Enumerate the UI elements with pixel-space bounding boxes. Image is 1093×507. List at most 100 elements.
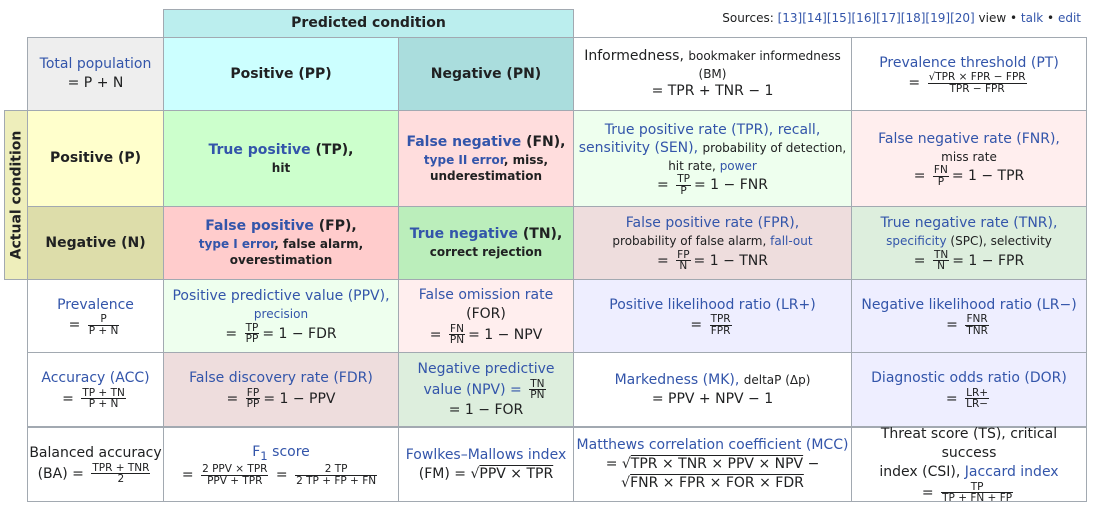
view-link[interactable]: view — [979, 11, 1007, 25]
fnr-numerator: FN — [932, 164, 949, 177]
source-ref-14[interactable]: [14] — [802, 11, 827, 25]
fnr-alt: miss rate — [941, 149, 997, 164]
f1-score-cell: F1 score = 2 PPV × TPR PPV + TPR = 2 TP 2 … — [163, 427, 399, 502]
prevalence-denominator: P + N — [88, 324, 119, 337]
fpr-denominator: N — [679, 260, 688, 273]
tnr-formula-rest: = 1 − FPR — [952, 252, 1025, 269]
fall-out-link[interactable]: fall-out — [770, 234, 812, 248]
true-positive-link[interactable]: True positive — [209, 142, 311, 158]
fp-abbr: (FP), — [318, 218, 357, 235]
source-ref-19[interactable]: [19] — [925, 11, 950, 25]
lr-negative-cell: Negative likelihood ratio (LR−) = FNR TNR — [851, 279, 1087, 353]
source-ref-15[interactable]: [15] — [827, 11, 852, 25]
npv-label2: value (NPV) = — [423, 381, 522, 398]
markedness-link[interactable]: Markedness — [615, 372, 699, 388]
markedness-formula: = PPV + NPV − 1 — [651, 390, 774, 407]
accuracy-fraction: TP + TN P + N — [81, 388, 126, 410]
source-ref-13[interactable]: [13] — [778, 11, 803, 25]
tnr-link[interactable]: True negative rate (TNR), — [881, 214, 1058, 233]
power-link[interactable]: power — [720, 159, 757, 173]
dor-denominator: LR− — [966, 398, 989, 411]
lr-negative-fraction: FNR TNR — [965, 314, 989, 336]
f1-denominator-1: PPV + TPR — [207, 474, 263, 487]
fn-alt: , miss, — [503, 152, 549, 167]
lr-negative-link[interactable]: Negative likelihood ratio (LR−) — [861, 296, 1076, 315]
mcc-line1-suffix: − — [803, 456, 820, 473]
source-ref-16[interactable]: [16] — [852, 11, 877, 25]
tn-abbr: (TN), — [522, 226, 563, 243]
threat-score-cell: Threat score (TS), critical success inde… — [851, 426, 1087, 503]
lr-positive-link[interactable]: Positive likelihood ratio (LR+) — [609, 296, 815, 315]
fowlkes-mallows-link[interactable]: Fowlkes–Mallows index — [406, 446, 566, 465]
npv-formula-rest: = 1 − FOR — [448, 401, 524, 418]
mcc-link[interactable]: Matthews correlation coefficient — [577, 437, 802, 453]
source-ref-18[interactable]: [18] — [901, 11, 926, 25]
markedness-abbr: (MK), — [702, 371, 740, 388]
fdr-cell: False discovery rate (FDR) = FP PP = 1 − P… — [163, 352, 399, 427]
fdr-fraction: FP PP — [245, 388, 261, 410]
tpr-cell: True positive rate (TPR), recall, sensit… — [573, 110, 852, 207]
jaccard-index-link[interactable]: Jaccard index — [965, 464, 1059, 480]
dor-link[interactable]: Diagnostic odds ratio (DOR) — [871, 369, 1067, 388]
actual-positive-label: Positive (P) — [49, 150, 142, 167]
tnr-denominator: N — [937, 260, 946, 273]
fn-alt2: underestimation — [429, 168, 543, 183]
ppv-link[interactable]: Positive predictive value (PPV), — [172, 287, 389, 306]
pt-denominator: TPR − FPR — [949, 82, 1005, 95]
specificity-link[interactable]: specificity — [886, 234, 946, 248]
tnr-fraction: TN N — [932, 250, 950, 273]
precision-link[interactable]: precision — [254, 306, 308, 322]
npv-link[interactable]: Negative predictive — [418, 360, 555, 379]
fpr-alt: probability of false alarm, — [612, 234, 767, 249]
balanced-accuracy-label: Balanced accuracy — [29, 445, 162, 462]
ba-fraction: TPR + TNR 2 — [91, 463, 151, 485]
accuracy-abbr: (ACC) — [109, 370, 150, 387]
fnr-formula-rest: = 1 − TPR — [951, 168, 1025, 185]
for-link[interactable]: False omission rate — [419, 286, 554, 305]
tpr-link[interactable]: True positive rate (TPR), recall, — [605, 121, 821, 140]
accuracy-link[interactable]: Accuracy — [41, 370, 105, 386]
true-negative-cell: True negative (TN), correct rejection — [398, 206, 574, 280]
informedness-formula: = TPR + TNR − 1 — [651, 83, 774, 100]
fpr-link[interactable]: False positive rate (FPR), — [626, 214, 799, 233]
mcc-line1: TPR × TNR × PPV × NPV — [630, 456, 804, 473]
f1-score-link[interactable]: F1 score — [252, 443, 310, 465]
f1-fraction-1: 2 PPV × TPR PPV + TPR — [201, 464, 269, 487]
actual-positive-cell: Positive (P) — [27, 110, 164, 207]
prevalence-link[interactable]: Prevalence — [57, 296, 134, 315]
source-ref-20[interactable]: [20] — [950, 11, 975, 25]
fn-abbr: (FN), — [526, 133, 566, 150]
type-ii-error-link[interactable]: type II error — [424, 153, 504, 167]
false-positive-link[interactable]: False positive — [205, 218, 314, 234]
lr-positive-denominator: FPR — [710, 324, 731, 337]
total-population-link[interactable]: Total population — [40, 55, 152, 74]
tp-abbr: (TP), — [315, 141, 354, 158]
f1-subscript: 1 — [260, 448, 268, 463]
tn-alt: correct rejection — [429, 245, 543, 260]
threat-score-label2: index (CSI), — [879, 463, 961, 480]
tnr-alt: (SPC), selectivity — [950, 234, 1052, 249]
f1-denominator-2: 2 TP + FP + FN — [296, 474, 377, 487]
type-i-error-link[interactable]: type I error — [199, 237, 274, 251]
source-ref-17[interactable]: [17] — [876, 11, 901, 25]
fm-radicand: PPV × TPR — [479, 465, 554, 482]
lr-positive-cell: Positive likelihood ratio (LR+) = TPR FPR — [573, 279, 852, 353]
false-negative-link[interactable]: False negative — [406, 134, 521, 150]
true-negative-link[interactable]: True negative — [410, 226, 518, 242]
fm-prefix: (FM) = √ — [418, 465, 480, 482]
ppv-denominator: PP — [245, 333, 259, 346]
talk-link[interactable]: talk — [1021, 11, 1043, 25]
separator: • — [1043, 11, 1058, 25]
fpr-cell: False positive rate (FPR), probability o… — [573, 206, 852, 280]
for-fraction: FN PN — [448, 324, 466, 346]
fnr-link[interactable]: False negative rate (FNR), — [878, 130, 1060, 149]
prevalence-threshold-abbr: (PT) — [1030, 54, 1059, 71]
prevalence-threshold-link[interactable]: Prevalence threshold — [879, 55, 1026, 71]
edit-link[interactable]: edit — [1058, 11, 1081, 25]
lr-negative-denominator: TNR — [966, 324, 988, 337]
ba-prefix: (BA) = — [37, 465, 84, 482]
sensitivity-link[interactable]: sensitivity (SEN), — [579, 140, 698, 156]
balanced-accuracy-cell: Balanced accuracy (BA) = TPR + TNR 2 — [27, 427, 164, 502]
fdr-link[interactable]: False discovery rate (FDR) — [189, 369, 373, 388]
f1-fraction-2: 2 TP 2 TP + FP + FN — [295, 464, 378, 487]
